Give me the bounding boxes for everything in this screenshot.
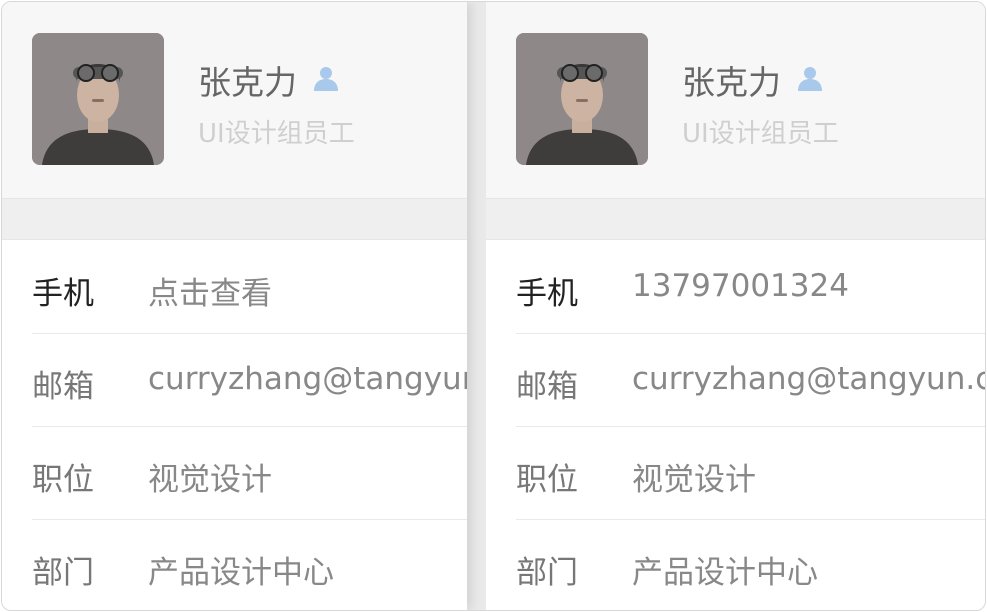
email-label: 邮箱	[516, 369, 578, 405]
phone-label: 手机	[516, 276, 578, 312]
position-label: 职位	[516, 462, 578, 498]
position-value: 视觉设计	[632, 462, 756, 498]
contact-details: 手机 13797001324 邮箱 curryzhang@tangyun.c 职…	[486, 240, 985, 610]
profile-header: 张克力 UI设计组员工	[2, 2, 467, 198]
department-label: 部门	[516, 555, 578, 591]
avatar[interactable]	[516, 33, 648, 165]
phone-number-link[interactable]: 13797001324	[632, 268, 849, 304]
section-separator	[486, 198, 985, 240]
contact-card-left: 张克力 UI设计组员工 手机 点击查看 邮箱 curryzhang@tangyu…	[2, 2, 467, 610]
person-icon	[798, 67, 822, 91]
profile-header: 张克力 UI设计组员工	[486, 2, 985, 198]
department-label: 部门	[32, 555, 94, 591]
position-row: 职位 视觉设计	[486, 426, 985, 519]
email-row: 邮箱 curryzhang@tangyun.c	[486, 333, 985, 426]
profile-name: 张克力	[682, 63, 781, 102]
position-value: 视觉设计	[148, 462, 272, 498]
contact-details: 手机 点击查看 邮箱 curryzhang@tangyun 职位 视觉设计 部门…	[2, 240, 467, 610]
profile-name: 张克力	[198, 63, 297, 102]
position-row: 职位 视觉设计	[2, 426, 467, 519]
reveal-phone-link[interactable]: 点击查看	[148, 268, 272, 313]
department-row: 部门 产品设计中心	[2, 519, 467, 610]
avatar-photo	[32, 33, 164, 165]
screenshot-frame: 张克力 UI设计组员工 手机 点击查看 邮箱 curryzhang@tangyu…	[1, 1, 986, 611]
email-label: 邮箱	[32, 369, 94, 405]
position-label: 职位	[32, 462, 94, 498]
department-row: 部门 产品设计中心	[486, 519, 985, 610]
department-value: 产品设计中心	[148, 555, 334, 591]
section-separator	[2, 198, 467, 240]
email-link[interactable]: curryzhang@tangyun.c	[632, 361, 985, 397]
department-value: 产品设计中心	[632, 555, 818, 591]
email-row: 邮箱 curryzhang@tangyun	[2, 333, 467, 426]
contact-card-right: 张克力 UI设计组员工 手机 13797001324 邮箱 curryzhang…	[486, 2, 985, 610]
profile-subtitle: UI设计组员工	[682, 119, 839, 149]
phone-row: 手机 13797001324	[486, 240, 985, 333]
person-icon	[314, 67, 338, 91]
avatar-photo	[516, 33, 648, 165]
phone-row: 手机 点击查看	[2, 240, 467, 333]
phone-label: 手机	[32, 276, 94, 312]
avatar[interactable]	[32, 33, 164, 165]
profile-subtitle: UI设计组员工	[198, 119, 355, 149]
email-link[interactable]: curryzhang@tangyun	[148, 361, 467, 397]
